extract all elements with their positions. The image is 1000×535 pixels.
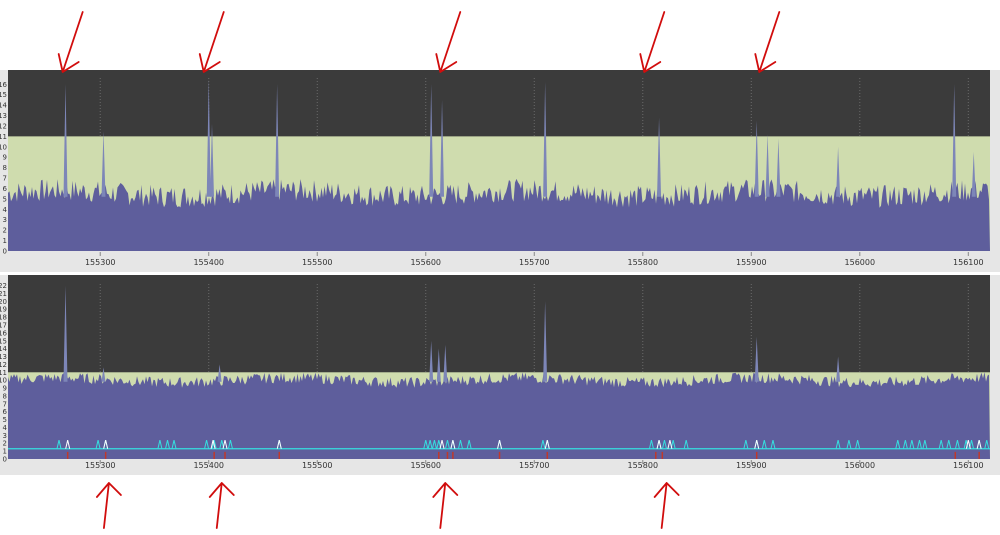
y-tick-label: 0 (3, 456, 7, 464)
y-tick-label: 5 (3, 195, 7, 203)
x-tick-label: 155600 (410, 258, 441, 267)
y-tick-label: 6 (3, 408, 8, 416)
y-tick-label: 13 (0, 112, 7, 120)
y-tick-label: 7 (3, 175, 7, 183)
data-area (8, 372, 990, 459)
bottom-chart-panel: 0123456789101112131415161718192021221553… (0, 275, 1000, 475)
x-tick-label: 155800 (628, 461, 659, 470)
x-tick-label: 155700 (519, 258, 550, 267)
y-tick-label: 8 (3, 392, 7, 400)
annotation-arrow (198, 11, 225, 73)
y-tick-label: 17 (0, 321, 7, 329)
x-tick-label: 155300 (85, 461, 116, 470)
annotation-arrow (435, 11, 462, 73)
x-tick-label: 156100 (953, 258, 984, 267)
annotation-arrow (432, 482, 459, 529)
x-tick-label: 156100 (953, 461, 984, 470)
chart-stage: 012345678910111213141516155300 155400 1555… (0, 11, 1000, 529)
y-tick-label: 15 (0, 337, 7, 345)
y-tick-label: 8 (3, 164, 7, 172)
y-tick-label: 11 (0, 133, 7, 141)
x-tick-label: 155500 (302, 258, 333, 267)
x-tick-label: 156000 (845, 258, 876, 267)
y-tick-label: 10 (0, 377, 7, 385)
x-tick-label: 155800 (628, 258, 659, 267)
x-tick-label: 155600 (410, 461, 441, 470)
y-tick-label: 7 (3, 400, 7, 408)
y-tick-label: 4 (3, 424, 8, 432)
y-tick-label: 0 (3, 248, 7, 256)
y-tick-label: 16 (0, 329, 8, 337)
y-tick-label: 22 (0, 282, 7, 290)
x-tick-label: 155900 (736, 258, 767, 267)
y-tick-label: 13 (0, 353, 7, 361)
y-tick-label: 21 (0, 290, 7, 298)
y-tick-label: 10 (0, 143, 7, 151)
y-tick-label: 1 (3, 237, 7, 245)
x-tick-label: 155300 (85, 258, 116, 267)
y-tick-label: 11 (0, 369, 7, 377)
y-tick-label: 12 (0, 361, 7, 369)
top-chart-panel: 012345678910111213141516155300 155400 1555… (0, 70, 1000, 272)
y-tick-label: 5 (3, 416, 7, 424)
y-tick-label: 18 (0, 314, 7, 322)
y-tick-label: 1 (3, 448, 7, 456)
y-tick-label: 14 (0, 102, 8, 110)
annotation-arrow (754, 11, 781, 73)
x-tick-label: 155900 (736, 461, 767, 470)
y-tick-label: 14 (0, 345, 8, 353)
y-tick-label: 3 (3, 216, 7, 224)
annotation-arrow (639, 11, 666, 73)
y-tick-label: 6 (3, 185, 8, 193)
x-tick-label: 155400 (193, 461, 224, 470)
annotation-arrow (208, 482, 235, 529)
annotation-arrow (653, 482, 680, 529)
y-tick-label: 19 (0, 306, 7, 314)
y-tick-label: 16 (0, 81, 8, 89)
annotation-arrow (96, 482, 122, 529)
y-tick-label: 15 (0, 91, 7, 99)
y-tick-label: 2 (3, 227, 7, 235)
y-tick-label: 4 (3, 206, 8, 214)
x-tick-label: 155400 (193, 258, 224, 267)
annotation-arrow (57, 11, 84, 73)
x-tick-label: 156000 (845, 461, 876, 470)
y-tick-label: 2 (3, 440, 7, 448)
y-tick-label: 9 (3, 385, 7, 393)
y-tick-label: 20 (0, 298, 7, 306)
x-tick-label: 155700 (519, 461, 550, 470)
y-tick-label: 12 (0, 122, 7, 130)
x-tick-label: 155500 (302, 461, 333, 470)
y-tick-label: 9 (3, 154, 7, 162)
y-tick-label: 3 (3, 432, 7, 440)
